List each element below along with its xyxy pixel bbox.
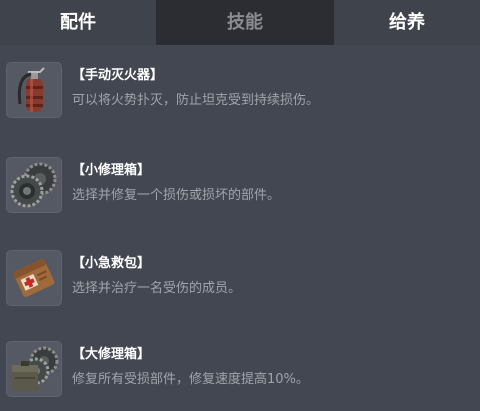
- item-description: 修复所有受损部件，修复速度提高10%。: [72, 372, 309, 387]
- item-title: 【大修理箱】: [72, 347, 151, 362]
- tab-skills[interactable]: 技能: [156, 0, 334, 45]
- tab-parts[interactable]: 配件: [0, 0, 156, 45]
- item-description: 选择并修复一个损伤或损坏的部件。: [72, 188, 281, 203]
- item-description: 选择并治疗一名受伤的成员。: [72, 281, 242, 296]
- item-description: 可以将火势扑灭，防止坦克受到持续损伤。: [72, 93, 320, 108]
- list-item[interactable]: 【大修理箱】 修复所有受损部件，修复速度提高10%。: [0, 341, 480, 411]
- small-repair-kit-icon: [6, 157, 62, 213]
- large-repair-kit-icon: [6, 341, 62, 397]
- fire-extinguisher-icon: [6, 62, 62, 118]
- tab-bar: 配件 技能 给养: [0, 0, 480, 45]
- small-first-aid-kit-icon: [6, 250, 62, 306]
- list-item[interactable]: 【手动灭火器】 可以将火势扑灭，防止坦克受到持续损伤。: [0, 62, 480, 132]
- item-title: 【小急救包】: [72, 256, 151, 271]
- list-item[interactable]: 【小急救包】 选择并治疗一名受伤的成员。: [0, 250, 480, 320]
- list-item[interactable]: 【小修理箱】 选择并修复一个损伤或损坏的部件。: [0, 157, 480, 227]
- item-title: 【手动灭火器】: [72, 68, 164, 83]
- item-title: 【小修理箱】: [72, 163, 151, 178]
- tab-supply[interactable]: 给养: [334, 0, 480, 45]
